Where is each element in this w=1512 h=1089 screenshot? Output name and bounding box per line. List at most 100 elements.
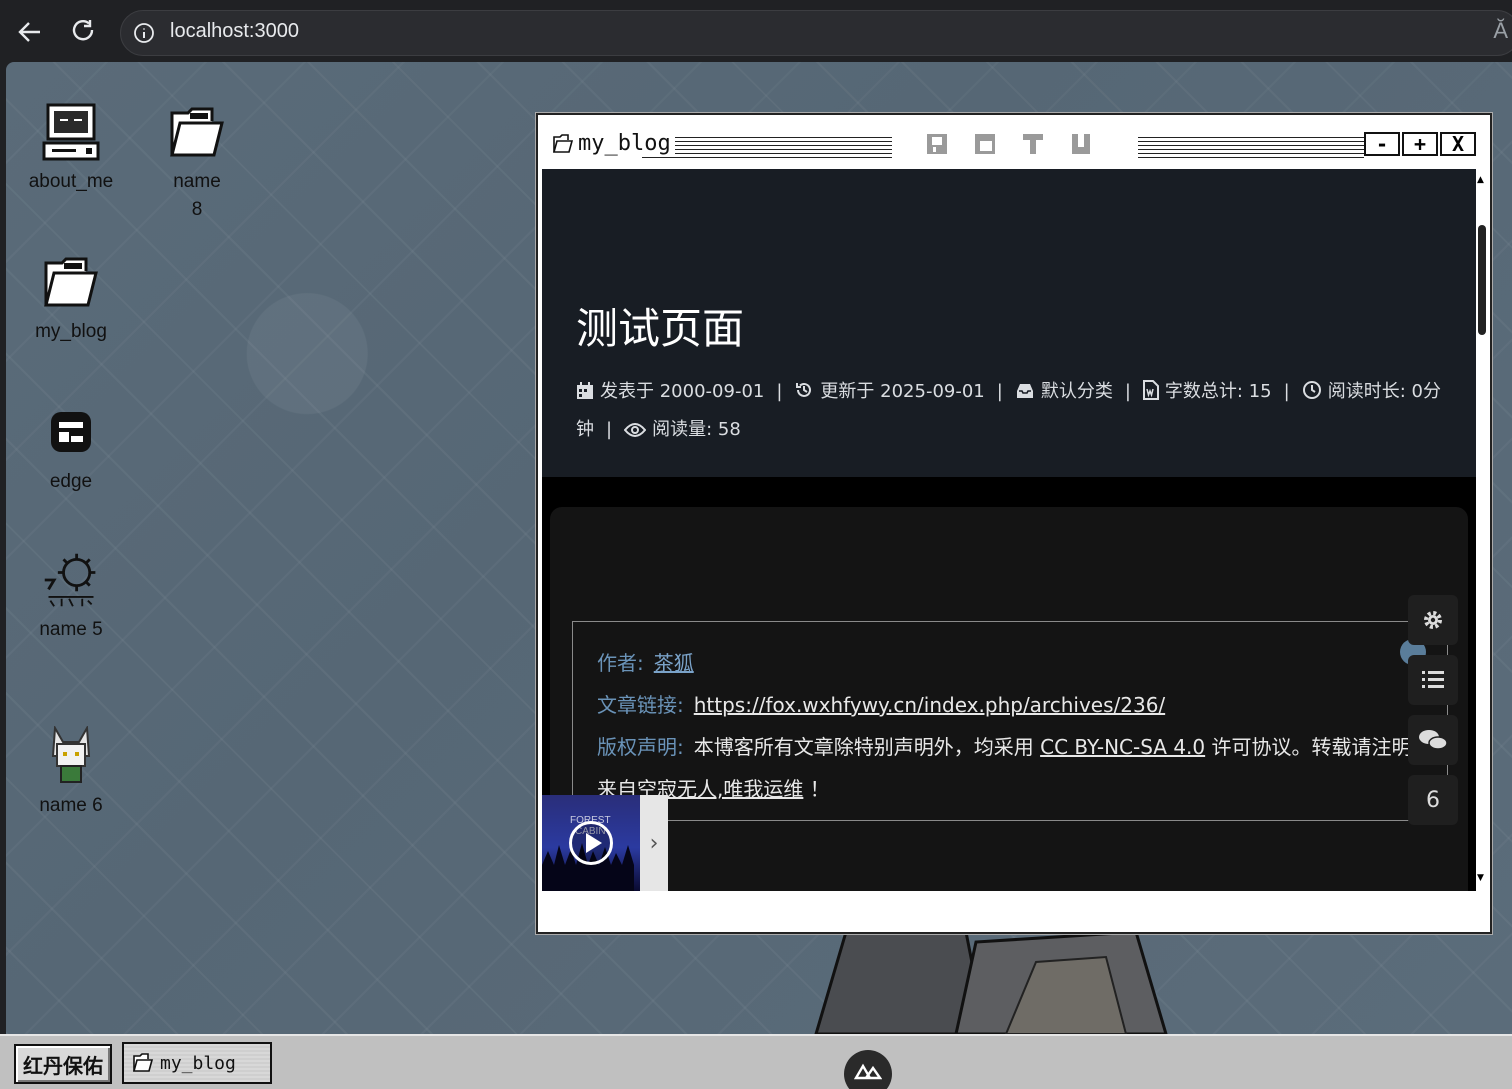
desktop-icon-label: name 8 (173, 171, 221, 220)
edge-browser-icon (51, 412, 91, 452)
reload-icon (72, 20, 94, 41)
updated-date: 2025-09-01 (880, 381, 985, 402)
reload-button[interactable] (66, 14, 102, 50)
fox-avatar-icon (51, 726, 91, 783)
window-footer (542, 891, 1486, 931)
folder-icon (552, 133, 574, 153)
maximize-button[interactable]: + (1402, 132, 1438, 156)
readtime-label: 阅读时长: (1327, 381, 1406, 402)
comments-button[interactable] (1408, 715, 1458, 765)
titlebar-stripes (1138, 137, 1364, 159)
back-arrow-icon (18, 22, 40, 42)
url-text[interactable]: localhost:3000 (170, 20, 299, 43)
underline-tool-icon[interactable] (1068, 131, 1094, 157)
desktop-icon-my-blog[interactable]: my_blog (16, 252, 126, 346)
post-card: 作者: 茶狐 文章链接: https://fox.wxhfywy.cn/index.… (550, 507, 1468, 891)
comment-count[interactable]: 6 (1408, 775, 1458, 825)
license-end: ！ (809, 777, 830, 801)
post-title: 测试页面 (576, 304, 745, 353)
license-prefix: 本博客所有文章除特别声明外，均采用 (693, 735, 1034, 759)
vertical-scrollbar[interactable]: ▲ ▼ (1476, 169, 1488, 891)
meta-separator: | (996, 381, 1003, 402)
play-button[interactable] (569, 821, 613, 865)
meta-separator: | (1124, 381, 1131, 402)
computer-icon (42, 103, 100, 161)
titlebar-stripes (642, 137, 892, 159)
link-label: 文章链接: (597, 693, 684, 717)
post-category[interactable]: 默认分类 (1041, 381, 1113, 402)
blog-content[interactable]: 测试页面 发表于 2000-09-01 | 更新于 2025-09-01 | 默认分类 |… (542, 169, 1476, 891)
music-player: FOREST CABIN › (542, 795, 668, 891)
meta-separator: | (776, 381, 783, 402)
back-button[interactable] (12, 14, 48, 50)
meta-separator: | (1283, 381, 1290, 402)
layout-tool-icon[interactable] (972, 131, 998, 157)
desktop-icon-label: edge (49, 471, 93, 492)
desktop-icon-label: name 5 (39, 619, 103, 640)
copyright-box: 作者: 茶狐 文章链接: https://fox.wxhfywy.cn/index.… (572, 621, 1448, 821)
window-controls: - + X (1364, 132, 1476, 156)
desktop-icon-edge[interactable]: edge (16, 402, 126, 496)
scroll-down-arrow-icon[interactable]: ▼ (1477, 873, 1484, 883)
read-aloud-icon[interactable]: Ă (1493, 18, 1508, 44)
bookmark-tool-icon[interactable] (924, 131, 950, 157)
author-link[interactable]: 茶狐 (654, 651, 694, 675)
start-button[interactable]: 红丹保佑 (14, 1044, 112, 1084)
published-label: 发表于 (600, 381, 654, 402)
folder-icon (44, 257, 98, 307)
license-label: 版权声明: (597, 735, 684, 759)
wordcount-value: 15 (1248, 381, 1272, 402)
folder-icon (132, 1053, 154, 1072)
copyright-link-row: 文章链接: https://fox.wxhfywy.cn/index.php/ar… (597, 684, 1423, 726)
nuxt-logo-icon[interactable] (844, 1050, 892, 1089)
desktop-icon-name-5[interactable]: name 5 (16, 550, 126, 644)
window-titlebar[interactable]: my_blog - + X (542, 119, 1486, 171)
post-meta: 发表于 2000-09-01 | 更新于 2025-09-01 | 默认分类 | 字数总计:… (576, 373, 1456, 449)
minimize-button[interactable]: - (1364, 132, 1400, 156)
toc-button[interactable] (1408, 655, 1458, 705)
article-link[interactable]: https://fox.wxhfywy.cn/index.php/archive… (694, 693, 1165, 717)
comments-icon (1419, 730, 1448, 750)
window-tool-icons (924, 131, 1094, 157)
browser-toolbar: localhost:3000 Ă (0, 0, 1512, 62)
window-title-text: my_blog (578, 131, 671, 156)
taskbar: 红丹保佑 my_blog (0, 1034, 1512, 1089)
close-button[interactable]: X (1440, 132, 1476, 156)
list-icon (1422, 671, 1444, 688)
published-date: 2000-09-01 (659, 381, 765, 402)
gear-icon (1424, 611, 1442, 629)
side-tools: 6 (1408, 595, 1458, 835)
site-info-icon[interactable] (133, 22, 155, 44)
inbox-icon (1016, 384, 1033, 398)
desktop-icon-name-6[interactable]: name 6 (16, 726, 126, 820)
text-tool-icon[interactable] (1020, 131, 1046, 157)
desktop-icon-label: my_blog (35, 321, 107, 342)
copyright-license-row: 版权声明: 本博客所有文章除特别声明外，均采用 CC BY-NC-SA 4.0 许… (597, 726, 1423, 810)
desktop-icon-label: about_me (28, 171, 114, 192)
eye-icon (624, 423, 647, 437)
calendar-icon (577, 382, 593, 399)
scroll-thumb[interactable] (1478, 225, 1486, 335)
album-art: FOREST CABIN (542, 795, 640, 891)
scroll-up-arrow-icon[interactable]: ▲ (1477, 175, 1484, 185)
settings-button[interactable] (1408, 595, 1458, 645)
blog-window: my_blog - + X 测试页面 发表于 2000-09-01 | 更新于 20… (536, 113, 1492, 934)
history-icon (796, 382, 812, 397)
folder-icon (170, 107, 224, 157)
club-logo-icon (44, 553, 96, 607)
updated-label: 更新于 (820, 381, 875, 402)
license-link[interactable]: CC BY-NC-SA 4.0 (1040, 735, 1205, 759)
author-label: 作者: (597, 651, 644, 675)
desktop-icon-label: name 6 (39, 795, 103, 816)
desktop-icon-about-me[interactable]: about_me (16, 102, 126, 196)
word-file-icon (1142, 380, 1159, 400)
taskbar-item-label: my_blog (160, 1052, 236, 1074)
views-label: 阅读量: (652, 419, 713, 440)
desktop-icon-name-8[interactable]: name 8 (142, 102, 252, 224)
copyright-author-row: 作者: 茶狐 (597, 642, 1423, 684)
post-header: 测试页面 发表于 2000-09-01 | 更新于 2025-09-01 | 默认分类 |… (542, 169, 1476, 477)
taskbar-item-my-blog[interactable]: my_blog (122, 1042, 272, 1084)
address-bar[interactable] (120, 10, 1512, 56)
player-toggle-button[interactable]: › (640, 795, 668, 891)
window-title: my_blog (552, 131, 675, 156)
